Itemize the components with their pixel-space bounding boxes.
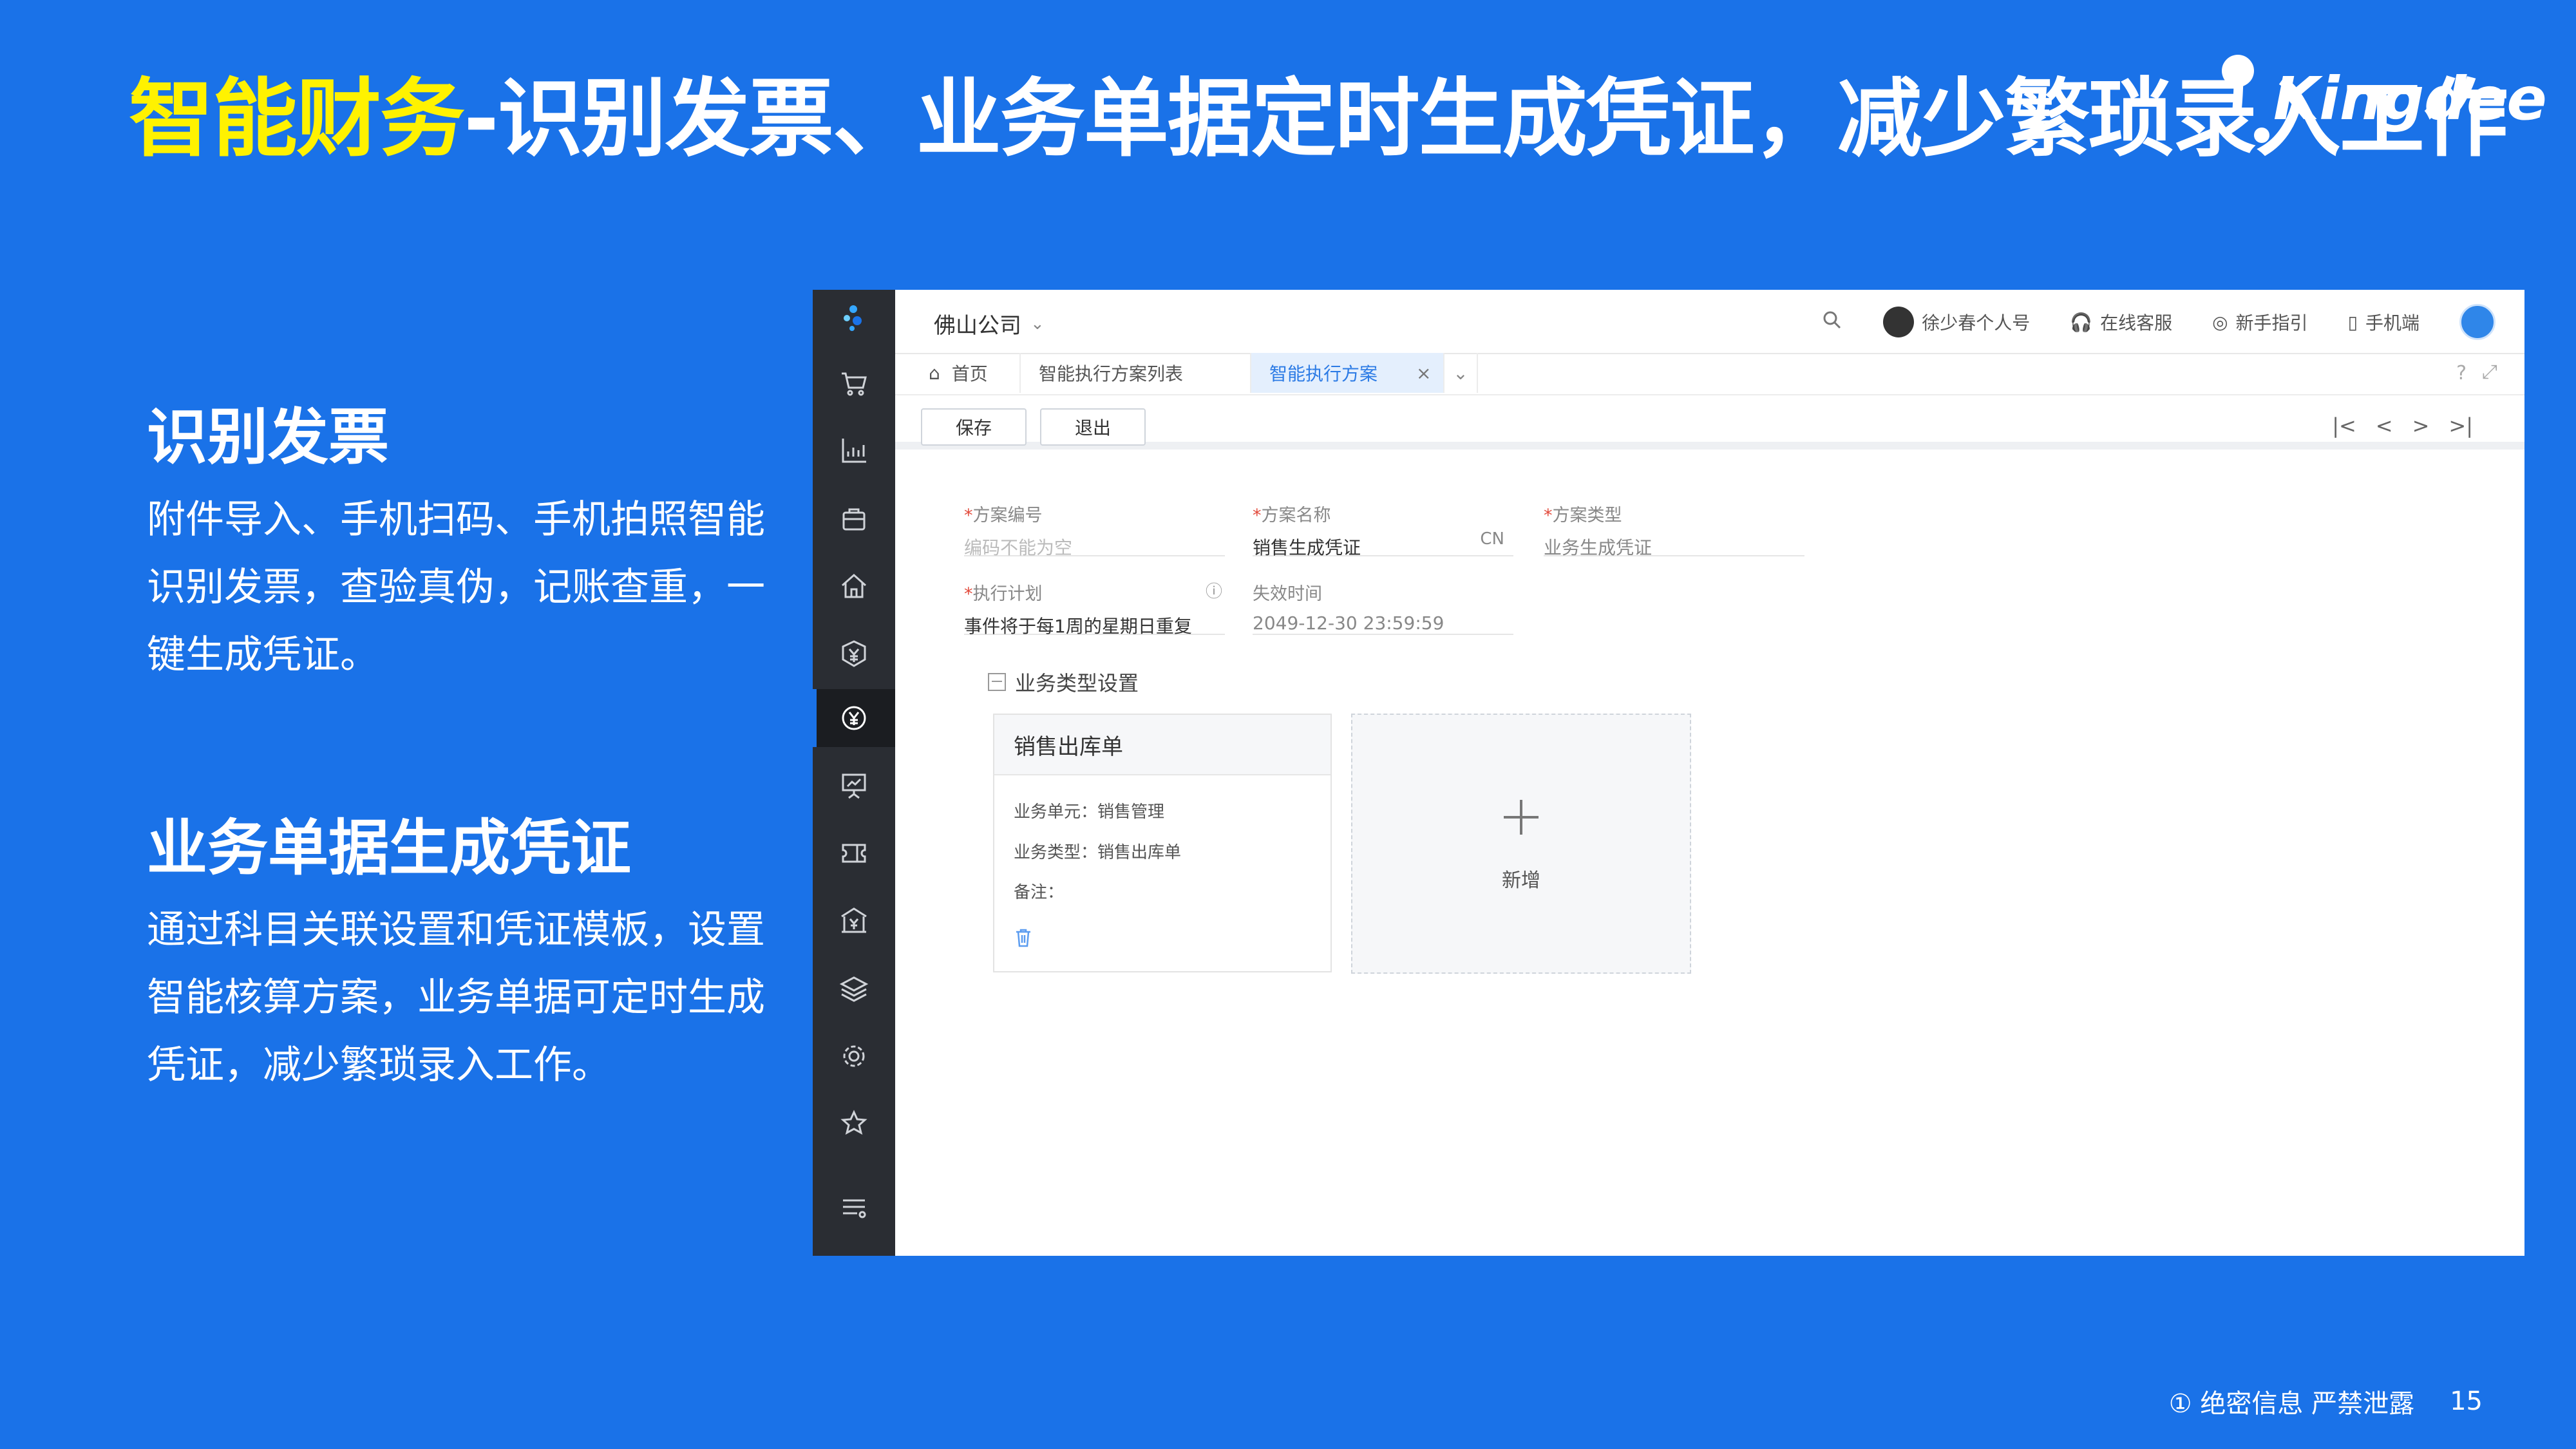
company-name: 佛山公司 — [934, 313, 1021, 339]
expire-time-field[interactable]: 失效时间 2049-12-30 23:59:59 — [1253, 580, 1513, 635]
plan-name-field[interactable]: *方案名称 销售生成凭证 CN — [1253, 501, 1513, 558]
user-name: 徐少春个人号 — [1922, 312, 2031, 334]
compass-icon: ◎ — [2212, 311, 2228, 333]
bag-icon[interactable] — [813, 489, 895, 547]
user-menu[interactable]: 徐少春个人号 — [1883, 307, 2030, 337]
user-avatar[interactable] — [2459, 304, 2496, 340]
online-service-button[interactable]: 🎧 在线客服 — [2070, 309, 2172, 335]
section2-body: 通过科目关联设置和凭证模板，设置智能核算方案，业务单据可定时生成凭证，减少繁琐录… — [147, 907, 765, 1088]
add-label: 新增 — [1502, 869, 1540, 892]
section1-body: 附件导入、手机扫码、手机拍照智能识别发票，查验真伪，记账查重，一键生成凭证。 — [147, 497, 765, 677]
menu-icon[interactable] — [813, 1179, 895, 1236]
section2-title: 业务单据生成凭证 — [147, 813, 632, 884]
next-record-icon[interactable]: > — [2412, 413, 2430, 438]
tab-plan-list[interactable]: 智能执行方案列表 — [1021, 353, 1251, 393]
exit-button[interactable]: 退出 — [1040, 408, 1146, 446]
last-record-icon[interactable]: >| — [2448, 413, 2473, 438]
tab-plan-list-label: 智能执行方案列表 — [1039, 363, 1184, 384]
mobile-label: 手机端 — [2365, 312, 2420, 334]
first-record-icon[interactable]: |< — [2332, 413, 2356, 438]
app-window: 佛山公司 ⌄ 徐少春个人号 🎧 在线客服 ◎ 新手指引 ▯ 手机端 ⌂ 首页 智… — [813, 290, 2524, 1256]
card-title: 销售出库单 — [994, 715, 1331, 775]
slide-title: 智能财务-识别发票、业务单据定时生成凭证，减少繁琐录入工作 — [129, 64, 2508, 174]
plan-code-label: *方案编号 — [964, 506, 1043, 526]
fullscreen-icon[interactable]: ⤢ — [2482, 361, 2497, 383]
execution-plan-field[interactable]: *执行计划 事件将于每1周的星期日重复 ⓘ — [964, 578, 1225, 637]
expire-time-value: 2049-12-30 23:59:59 — [1253, 612, 1444, 634]
layers-icon[interactable] — [813, 960, 895, 1018]
guide-button[interactable]: ◎ 新手指引 — [2212, 309, 2307, 335]
plan-name-label: *方案名称 — [1253, 506, 1331, 526]
form-toolbar: 保存 退出 |< < > >| — [895, 395, 2524, 450]
logo-dot-large — [2222, 55, 2254, 87]
tab-bar: ⌂ 首页 智能执行方案列表 智能执行方案 × ⌄ ? ⤢ — [895, 353, 2524, 395]
section1-title: 识别发票 — [147, 402, 390, 473]
yen-circle-icon[interactable] — [813, 689, 895, 747]
avatar — [1883, 307, 1915, 337]
cart-icon[interactable] — [813, 354, 895, 412]
kingdee-logo: Kingdee — [2190, 45, 2547, 174]
online-service-label: 在线客服 — [2100, 312, 2173, 334]
ticket-icon[interactable] — [813, 824, 895, 882]
plan-type-label: *方案类型 — [1544, 506, 1622, 526]
card-business-unit: 业务单元：销售管理 — [1014, 802, 1165, 822]
gear-icon[interactable] — [813, 1027, 895, 1085]
page-number: 15 — [2450, 1387, 2483, 1416]
confidential-note: ① 绝密信息 严禁泄露 — [2168, 1389, 2415, 1419]
star-icon[interactable] — [813, 1095, 895, 1153]
tab-plan[interactable]: 智能执行方案 × — [1251, 353, 1444, 393]
plan-name-value: 销售生成凭证 — [1253, 537, 1361, 558]
bank-icon[interactable] — [813, 892, 895, 950]
sidebar — [813, 290, 895, 1256]
prev-record-icon[interactable]: < — [2376, 413, 2393, 438]
plan-type-value: 业务生成凭证 — [1544, 537, 1653, 558]
home-icon: ⌂ — [929, 362, 940, 384]
tab-home[interactable]: ⌂ 首页 — [895, 353, 1021, 393]
language-tag[interactable]: CN — [1480, 529, 1504, 549]
business-type-card[interactable]: 销售出库单 业务单元：销售管理 业务类型：销售出库单 备注： — [993, 714, 1332, 972]
card-business-type: 业务类型：销售出库单 — [1014, 843, 1182, 862]
phone-icon: ▯ — [2347, 311, 2358, 333]
title-highlight: 智能财务 — [129, 70, 465, 169]
slide-footer: ① 绝密信息 严禁泄露 15 — [2169, 1383, 2483, 1420]
chevron-down-icon: ⌄ — [1030, 314, 1045, 334]
plan-code-field[interactable]: *方案编号 编码不能为空 — [964, 501, 1225, 558]
headset-icon: 🎧 — [2070, 311, 2093, 333]
execution-plan-value: 事件将于每1周的星期日重复 — [964, 616, 1192, 637]
execution-plan-label: *执行计划 — [964, 584, 1043, 604]
tab-more-dropdown[interactable]: ⌄ — [1444, 353, 1478, 393]
presentation-icon[interactable] — [813, 757, 895, 815]
topbar-actions: 徐少春个人号 🎧 在线客服 ◎ 新手指引 ▯ 手机端 — [1821, 304, 2496, 340]
yen-box-icon[interactable] — [813, 625, 895, 683]
close-icon[interactable]: × — [1416, 363, 1431, 384]
delete-icon[interactable] — [1014, 927, 1033, 951]
group-title: 业务类型设置 — [1015, 671, 1139, 696]
add-business-type-card[interactable]: 新增 — [1351, 714, 1691, 974]
tab-plan-label: 智能执行方案 — [1269, 363, 1378, 384]
tab-home-label: 首页 — [951, 363, 988, 384]
plus-icon — [1504, 800, 1539, 835]
mobile-button[interactable]: ▯ 手机端 — [2348, 309, 2420, 335]
logo-dot-small — [2254, 128, 2269, 143]
home-icon[interactable] — [813, 557, 895, 615]
plan-type-field[interactable]: *方案类型 业务生成凭证 — [1544, 501, 1804, 558]
business-type-group-header[interactable]: 业务类型设置 — [988, 667, 1139, 697]
company-selector[interactable]: 佛山公司 ⌄ — [934, 308, 1045, 339]
chevron-down-icon: ⌄ — [1453, 362, 1468, 384]
help-icon[interactable]: ⓘ — [1206, 578, 1222, 602]
chart-icon[interactable] — [813, 422, 895, 480]
collapse-icon — [988, 673, 1006, 691]
card-remark: 备注： — [1014, 883, 1065, 902]
expire-time-label: 失效时间 — [1253, 584, 1322, 604]
help-icon[interactable]: ? — [2456, 362, 2467, 384]
search-icon[interactable] — [1821, 309, 1843, 336]
record-pager: |< < > >| — [2332, 413, 2473, 438]
app-topbar: 佛山公司 ⌄ 徐少春个人号 🎧 在线客服 ◎ 新手指引 ▯ 手机端 — [895, 290, 2524, 354]
plan-code-placeholder: 编码不能为空 — [964, 537, 1073, 558]
logo-text: Kingdee — [2273, 64, 2547, 133]
logo-icon[interactable] — [813, 290, 895, 348]
guide-label: 新手指引 — [2235, 312, 2308, 334]
save-button[interactable]: 保存 — [921, 408, 1027, 446]
